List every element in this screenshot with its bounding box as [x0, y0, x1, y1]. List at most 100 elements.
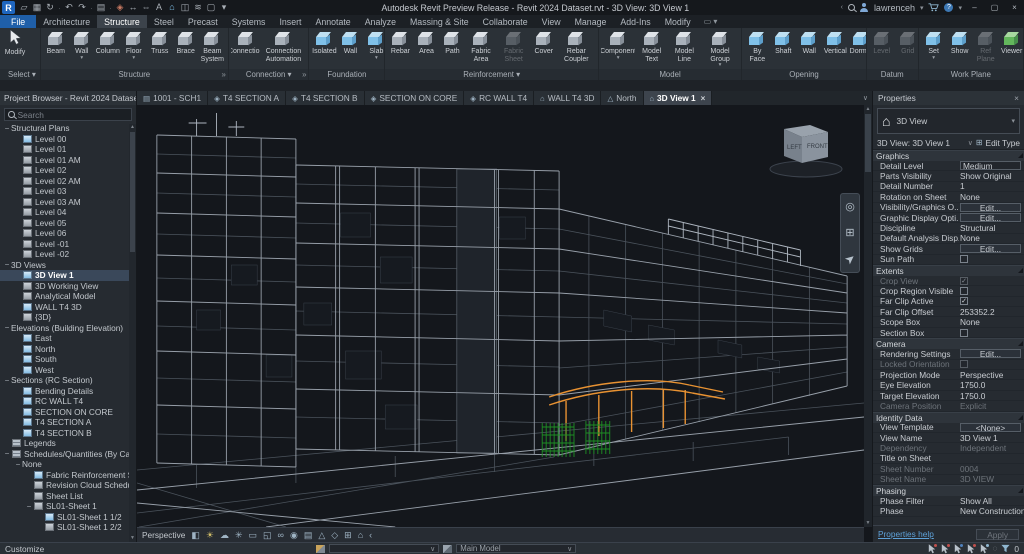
sun-path-icon[interactable]: ☀: [206, 529, 214, 542]
tree-item-legends[interactable]: Legends: [0, 438, 129, 449]
tree-item-level-02[interactable]: Level 02: [0, 165, 129, 176]
view-tab-section-on-core[interactable]: ◈SECTION ON CORE: [365, 91, 465, 105]
instance-selector-label[interactable]: 3D View: 3D View 1: [877, 138, 950, 148]
tab-file[interactable]: File: [0, 15, 36, 28]
tab-manage[interactable]: Manage: [568, 15, 614, 28]
view-scale-control[interactable]: Perspective: [142, 530, 185, 540]
ribbon-button-beam[interactable]: Beam: [43, 29, 69, 69]
ribbon-button-ref-plane[interactable]: Ref Plane: [973, 29, 999, 69]
view-tab-3d-view-1[interactable]: ⌂3D View 1×: [644, 91, 713, 105]
close-button[interactable]: ×: [1007, 3, 1022, 12]
ribbon-button-column[interactable]: Column: [95, 29, 121, 69]
render-settings-icon[interactable]: ✳: [235, 529, 243, 542]
ribbon-button-floor[interactable]: Floor▾: [121, 29, 147, 69]
sync-with-central-icon[interactable]: ↻: [44, 1, 56, 14]
collapse-search-icon[interactable]: ‹: [841, 4, 843, 11]
ribbon-button-model-line[interactable]: Model Line: [668, 29, 701, 69]
ribbon-button-set[interactable]: Set▾: [921, 29, 947, 69]
property-value[interactable]: 1750.0: [960, 391, 985, 401]
drawing-area[interactable]: LEFT FRONT ◎ ⊞ ➤ ▲ ▼ Perspective ◧☀☁✳▭◱∞…: [137, 105, 872, 542]
properties-help-link[interactable]: Properties help: [878, 529, 934, 539]
browser-search-input[interactable]: [18, 110, 128, 120]
ribbon-button-rebar[interactable]: Rebar: [387, 29, 413, 69]
browser-scrollbar-thumb[interactable]: [130, 132, 135, 252]
tab-analyze[interactable]: Analyze: [358, 15, 403, 28]
tree-item-sl01-sheet-1-1-2[interactable]: SL01-Sheet 1 1/2: [0, 512, 129, 523]
ribbon-button-isolated[interactable]: Isolated: [311, 29, 337, 69]
pan-icon[interactable]: ➤: [842, 250, 859, 267]
ribbon-button-vertical[interactable]: Vertical: [822, 29, 848, 69]
shadows-icon[interactable]: ☁: [220, 529, 229, 542]
property-value[interactable]: Explicit: [960, 401, 986, 411]
tree-item-elevations-building-elevation[interactable]: −Elevations (Building Elevation): [0, 323, 129, 334]
tree-item-sl01-sheet-1-2-2[interactable]: SL01-Sheet 1 2/2: [0, 522, 129, 533]
reveal-constraints-icon[interactable]: ⊞: [344, 529, 352, 542]
tree-item-north[interactable]: North: [0, 344, 129, 355]
tree-item-level-03[interactable]: Level 03: [0, 186, 129, 197]
expander-icon[interactable]: −: [3, 449, 11, 458]
tree-item-level-05[interactable]: Level 05: [0, 218, 129, 229]
tree-item-level-06[interactable]: Level 06: [0, 228, 129, 239]
visual-style-icon[interactable]: ◧: [191, 529, 200, 542]
property-value[interactable]: Show Original: [960, 171, 1012, 181]
tree-item-level-04[interactable]: Level 04: [0, 207, 129, 218]
select-pinned-elements-icon[interactable]: [954, 544, 963, 554]
scroll-down-icon[interactable]: ▼: [129, 535, 136, 542]
reveal-hidden-elements-icon[interactable]: ◉: [290, 529, 298, 542]
checkbox-section-box[interactable]: [960, 329, 968, 337]
undo-icon[interactable]: ↶: [63, 1, 75, 14]
panel-label-work-plane[interactable]: Work Plane: [919, 69, 1023, 80]
redo-icon[interactable]: ↷: [76, 1, 88, 14]
zoom-icon[interactable]: ⊞: [845, 226, 854, 239]
ribbon-button-wall[interactable]: Wall: [337, 29, 363, 69]
tree-item-level-02[interactable]: Level -02: [0, 249, 129, 260]
edit-type-button[interactable]: Edit Type: [986, 138, 1020, 148]
aligned-dimension-icon[interactable]: ⇔: [140, 1, 152, 14]
canvas-scroll-up-icon[interactable]: ▲: [864, 105, 872, 113]
ribbon-button-dormer[interactable]: Dormer: [848, 29, 865, 69]
section-header-camera[interactable]: Camera: [873, 338, 1024, 349]
ribbon-button-level[interactable]: Level: [869, 29, 895, 69]
tab-structure[interactable]: Structure: [97, 15, 147, 28]
tree-item-sheet-list[interactable]: Sheet List: [0, 491, 129, 502]
ribbon-button-show[interactable]: Show: [947, 29, 973, 69]
ribbon-button-component[interactable]: Component▾: [601, 29, 636, 69]
panel-label-model[interactable]: Model: [599, 69, 741, 80]
ribbon-button-cover[interactable]: Cover: [531, 29, 557, 69]
view-tabs-overflow-icon[interactable]: ∨: [859, 91, 872, 105]
ribbon-button-beam-system[interactable]: Beam System: [199, 29, 226, 69]
property-value[interactable]: 3D VIEW: [960, 474, 994, 484]
user-avatar-icon[interactable]: [860, 3, 869, 13]
revit-logo-icon[interactable]: R: [2, 1, 15, 14]
property-value[interactable]: Perspective: [960, 370, 1003, 380]
tree-item-revision-cloud-schedule[interactable]: Revision Cloud Schedule: [0, 480, 129, 491]
crop-view-icon[interactable]: ▭: [249, 529, 258, 542]
switch-windows-icon[interactable]: ▢: [205, 1, 217, 14]
section-header-identity-data[interactable]: Identity Data: [873, 412, 1024, 423]
expander-icon[interactable]: −: [3, 124, 11, 133]
tree-item-south[interactable]: South: [0, 354, 129, 365]
tree-item-t4-section-a[interactable]: T4 SECTION A: [0, 417, 129, 428]
customize-quick-access-icon[interactable]: ▾: [218, 1, 230, 14]
help-icon[interactable]: ?: [944, 3, 953, 12]
panel-launcher-icon[interactable]: »: [302, 69, 306, 80]
ribbon-button-grid[interactable]: Grid: [895, 29, 918, 69]
tab-insert[interactable]: Insert: [272, 15, 308, 28]
active-workset-select[interactable]: ∨: [329, 544, 439, 553]
hide-analytical-model-icon[interactable]: △: [318, 529, 325, 542]
ribbon-button-area[interactable]: Area: [413, 29, 439, 69]
ribbon-button-slab[interactable]: Slab▾: [363, 29, 384, 69]
panel-label-reinforcement[interactable]: Reinforcement ▾: [385, 69, 597, 80]
expander-icon[interactable]: −: [3, 260, 11, 269]
collapse-bar-icon[interactable]: ‹: [369, 529, 372, 542]
property-value-button[interactable]: Edit...: [960, 203, 1021, 212]
tab-add-ins[interactable]: Add-Ins: [613, 15, 657, 28]
app-store-cart-icon[interactable]: [928, 3, 939, 12]
ribbon-display-toggle-icon[interactable]: ▭ ▾: [698, 15, 724, 28]
tree-item-east[interactable]: East: [0, 333, 129, 344]
open-icon[interactable]: ▱: [18, 1, 30, 14]
type-selector[interactable]: ⌂ 3D View ▾: [877, 108, 1020, 134]
minimize-button[interactable]: –: [967, 3, 982, 12]
customize-status-link[interactable]: Customize: [5, 544, 44, 554]
tree-item-level-00[interactable]: Level 00: [0, 134, 129, 145]
